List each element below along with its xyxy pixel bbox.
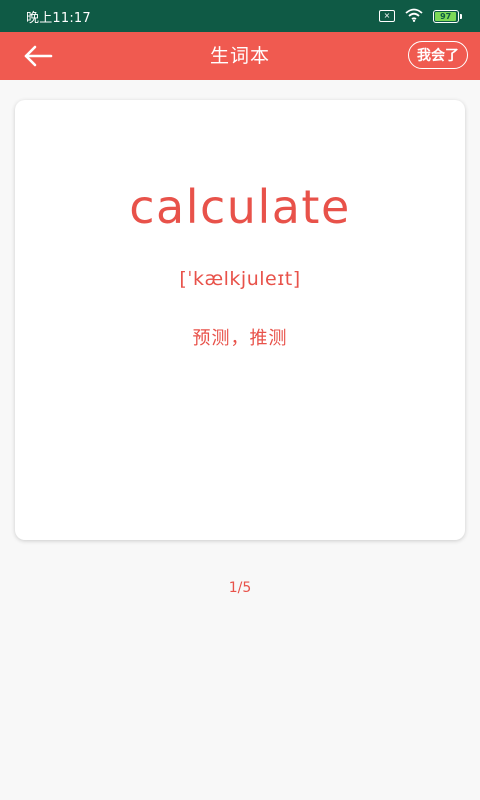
status-bar: 晚上11:17 × 97	[0, 0, 480, 32]
wifi-icon	[405, 7, 423, 26]
status-time: 晚上11:17	[26, 10, 91, 26]
status-icons: × 97	[379, 7, 462, 26]
word-text: calculate	[129, 180, 351, 234]
battery-level: 97	[435, 11, 457, 21]
page-indicator: 1/5	[228, 580, 252, 596]
app-bar: 生词本 我会了	[0, 32, 480, 80]
meaning-text: 预测，推测	[192, 328, 288, 349]
phonetic-text: [ˈkælkjuleɪt]	[179, 268, 301, 290]
word-card[interactable]: calculate [ˈkælkjuleɪt] 预测，推测	[15, 100, 465, 540]
no-sim-icon: ×	[379, 10, 395, 22]
known-button[interactable]: 我会了	[408, 41, 468, 69]
no-sim-icon-label: ×	[383, 11, 391, 20]
battery-icon: 97	[433, 9, 462, 23]
